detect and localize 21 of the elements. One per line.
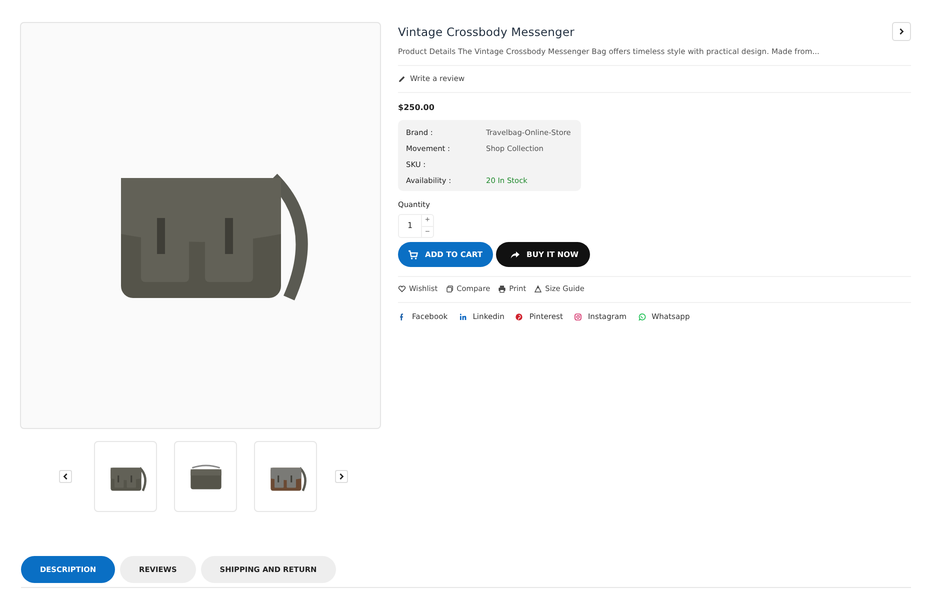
print-icon: [498, 284, 506, 292]
quantity-value: 1: [399, 215, 422, 237]
next-arrow-button[interactable]: [335, 470, 348, 483]
chevron-right-icon: [898, 28, 905, 35]
decrease-button[interactable]: −: [422, 226, 433, 237]
heart-icon: [398, 284, 406, 292]
thumbnail-photo[interactable]: [174, 441, 237, 512]
quantity-stepper[interactable]: 1 + −: [398, 214, 434, 238]
increase-button[interactable]: +: [422, 215, 433, 226]
product-title: Vintage Crossbody Messenger: [398, 25, 576, 39]
thumbnail-photo[interactable]: [94, 441, 157, 512]
share-arrow-icon: [510, 250, 520, 260]
pencil-icon: [398, 74, 406, 82]
compare-icon: [446, 284, 454, 292]
cart-icon: [408, 250, 418, 260]
previous-arrow-button[interactable]: [59, 470, 72, 483]
chevron-left-icon: [62, 473, 69, 480]
product-price: $250.00: [398, 103, 436, 112]
chevron-right-icon: [338, 473, 345, 480]
next-product-button[interactable]: [892, 22, 911, 41]
thumbnail-photo[interactable]: [254, 441, 317, 512]
